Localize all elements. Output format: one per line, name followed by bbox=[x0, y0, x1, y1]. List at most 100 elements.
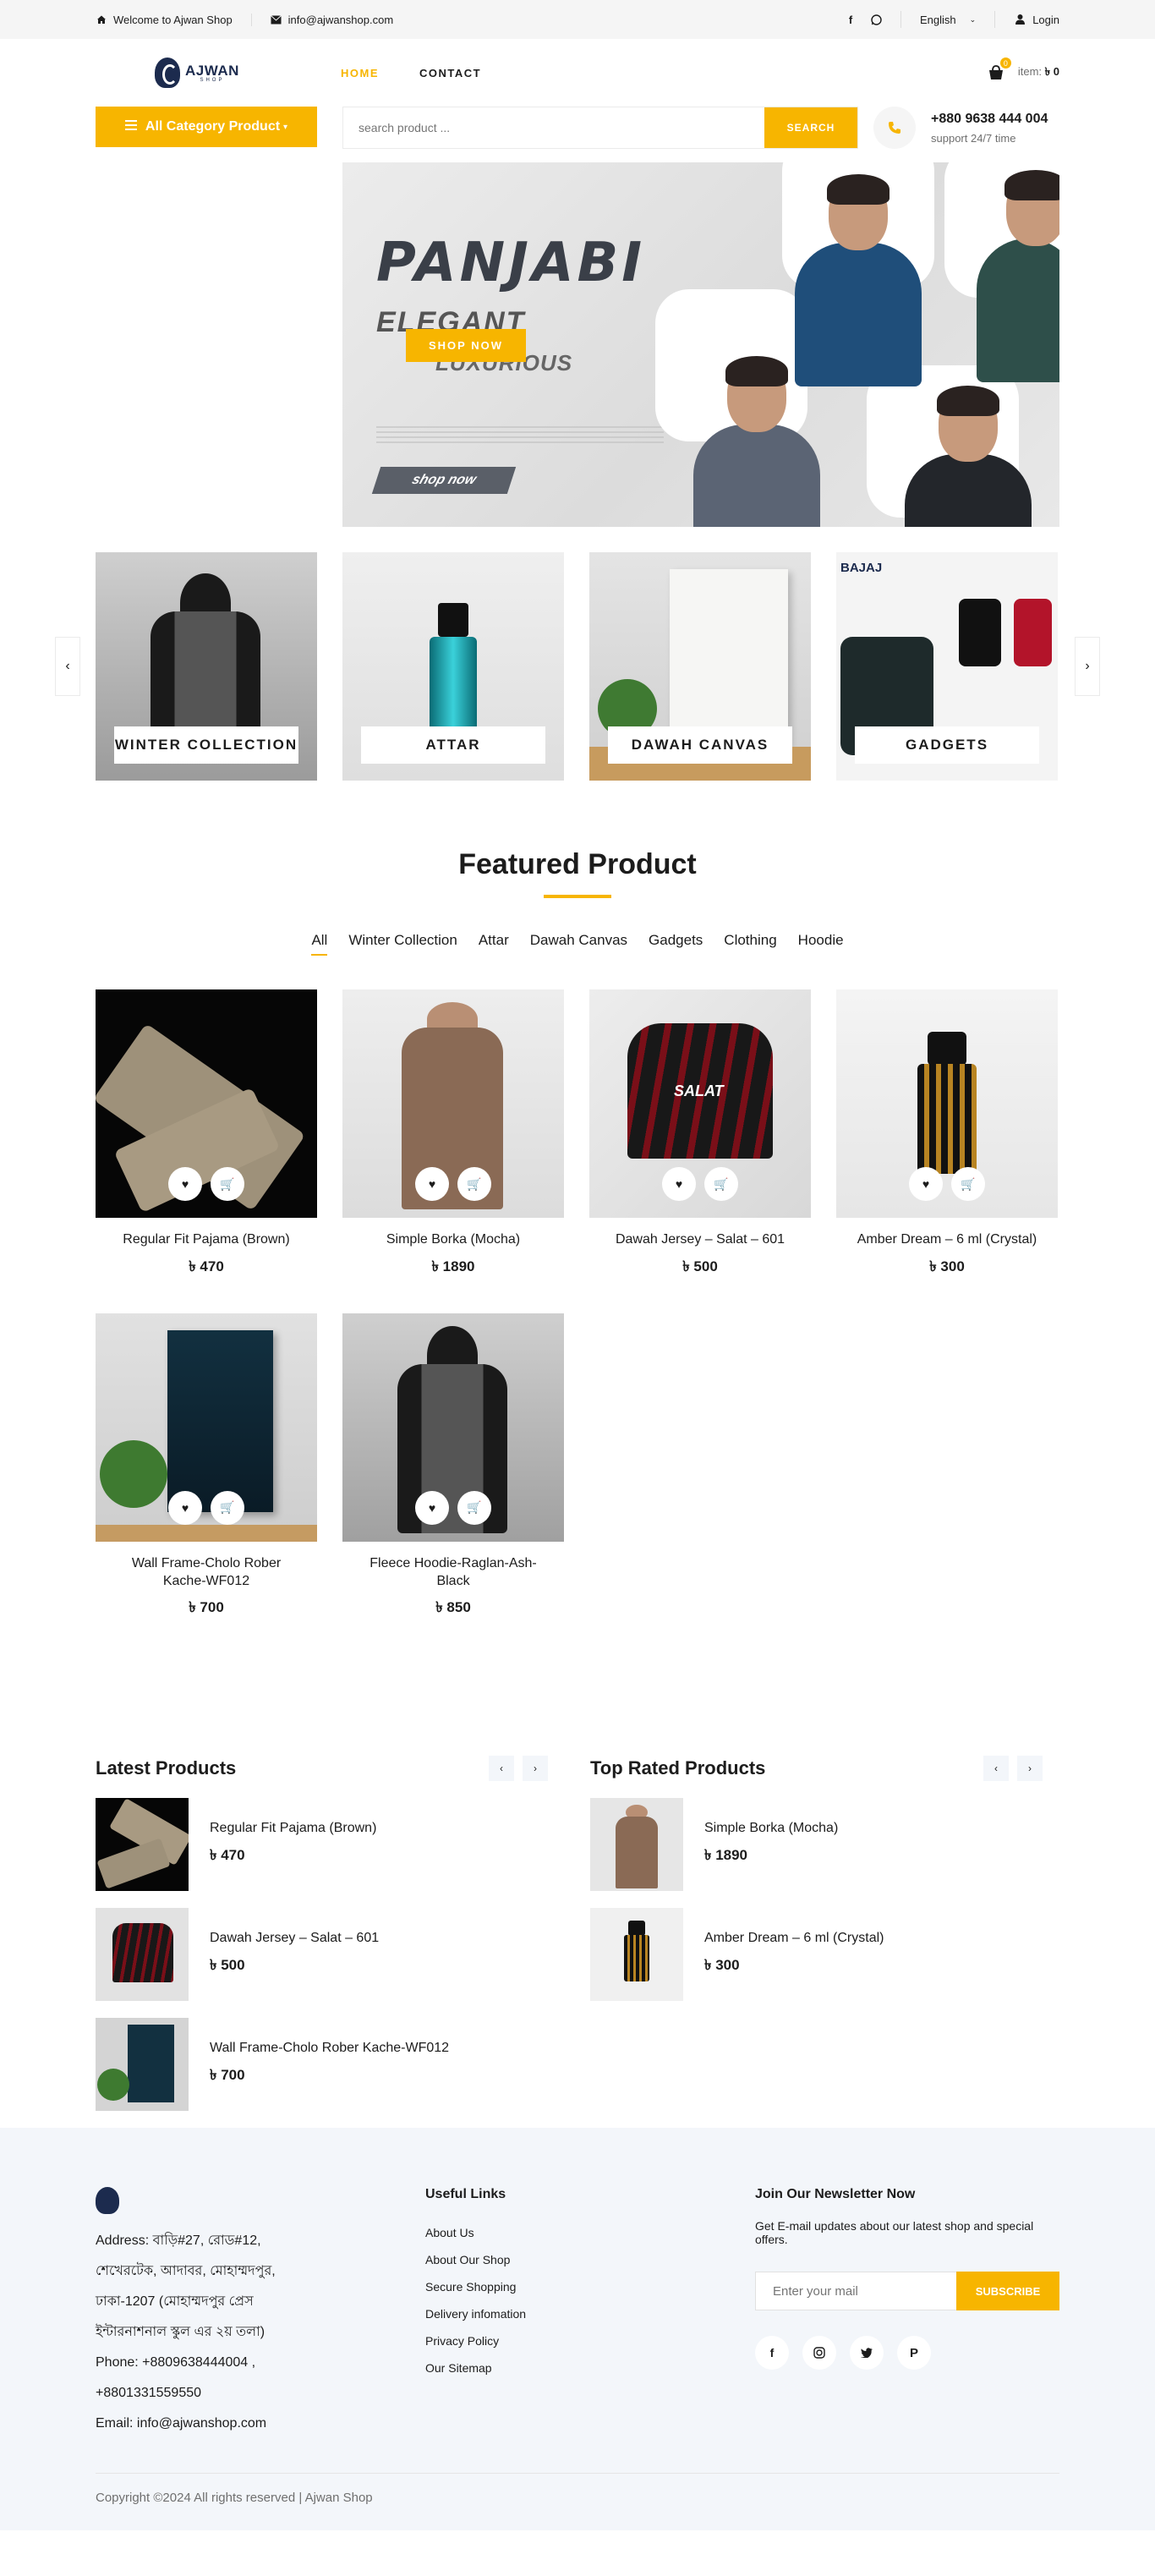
heart-icon[interactable]: ♥ bbox=[415, 1167, 449, 1201]
chevron-right-icon[interactable]: › bbox=[1017, 1756, 1043, 1782]
product-image[interactable]: ♥ 🛒 bbox=[836, 989, 1058, 1218]
list-item-name[interactable]: Amber Dream – 6 ml (Crystal) bbox=[704, 1931, 884, 1946]
filter-attar[interactable]: Attar bbox=[479, 932, 509, 956]
list-item[interactable]: Regular Fit Pajama (Brown) ৳ 470 bbox=[96, 1798, 548, 1892]
language-select[interactable]: English ⌄ bbox=[901, 11, 996, 28]
facebook-icon[interactable]: f bbox=[755, 2336, 789, 2370]
instagram-icon[interactable] bbox=[802, 2336, 836, 2370]
cart-icon[interactable]: 🛒 bbox=[457, 1490, 491, 1525]
filter-dawah-canvas[interactable]: Dawah Canvas bbox=[530, 932, 627, 956]
category-card[interactable]: WINTER COLLECTION bbox=[96, 552, 317, 781]
slider-next-button[interactable]: › bbox=[1075, 637, 1100, 696]
cart-icon[interactable]: 🛒 bbox=[211, 1490, 244, 1525]
cart-icon[interactable]: 🛒 bbox=[951, 1167, 985, 1201]
product-name[interactable]: Wall Frame-Cholo Rober Kache-WF012 bbox=[96, 1555, 317, 1591]
product-name[interactable]: Amber Dream – 6 ml (Crystal) bbox=[836, 1231, 1058, 1249]
footer-link-about-shop[interactable]: About Our Shop bbox=[425, 2246, 755, 2273]
product-image[interactable]: SALAT ♥ 🛒 bbox=[589, 989, 811, 1218]
slider-prev-button[interactable]: ‹ bbox=[55, 637, 80, 696]
pinterest-icon[interactable]: P bbox=[897, 2336, 931, 2370]
heart-icon[interactable]: ♥ bbox=[168, 1490, 202, 1525]
product-name[interactable]: Fleece Hoodie-Raglan-Ash-Black bbox=[342, 1555, 564, 1591]
product-thumbnail[interactable] bbox=[96, 1798, 189, 1892]
filter-hoodie[interactable]: Hoodie bbox=[798, 932, 844, 956]
category-card[interactable]: BAJAJ GADGETS bbox=[836, 552, 1058, 781]
list-item[interactable]: Simple Borka (Mocha) ৳ 1890 bbox=[590, 1798, 1043, 1892]
search-button[interactable]: SEARCH bbox=[764, 107, 857, 148]
list-item-name[interactable]: Simple Borka (Mocha) bbox=[704, 1821, 838, 1836]
whatsapp-icon[interactable] bbox=[870, 14, 882, 25]
footer-link-delivery[interactable]: Delivery infomation bbox=[425, 2300, 755, 2327]
subscribe-button[interactable]: SUBSCRIBE bbox=[956, 2272, 1059, 2311]
cart-icon[interactable]: 🛒 bbox=[704, 1167, 738, 1201]
heart-icon[interactable]: ♥ bbox=[168, 1167, 202, 1201]
footer-links: Useful Links About Us About Our Shop Sec… bbox=[425, 2187, 755, 2439]
product-card[interactable]: ♥ 🛒 Amber Dream – 6 ml (Crystal) ৳ 300 bbox=[836, 989, 1058, 1280]
category-card[interactable]: DAWAH CANVAS bbox=[589, 552, 811, 781]
product-name[interactable]: Dawah Jersey – Salat – 601 bbox=[589, 1231, 811, 1249]
list-item-price: ৳ 470 bbox=[210, 1847, 245, 1864]
chevron-right-icon[interactable]: › bbox=[523, 1756, 548, 1782]
cart-icon[interactable]: 🛒 bbox=[211, 1167, 244, 1201]
product-thumbnail[interactable] bbox=[590, 1908, 683, 2002]
cart-widget[interactable]: 0 item: ৳ 0 bbox=[988, 58, 1059, 82]
product-card[interactable]: ♥ 🛒 Simple Borka (Mocha) ৳ 1890 bbox=[342, 989, 564, 1280]
product-image[interactable]: ♥ 🛒 bbox=[342, 989, 564, 1218]
filter-all[interactable]: All bbox=[311, 932, 328, 956]
category-card[interactable]: ATTAR bbox=[342, 552, 564, 781]
product-card[interactable]: SALAT ♥ 🛒 Dawah Jersey – Salat – 601 ৳ 50… bbox=[589, 989, 811, 1280]
footer-link-secure-shopping[interactable]: Secure Shopping bbox=[425, 2273, 755, 2300]
footer-link-privacy[interactable]: Privacy Policy bbox=[425, 2327, 755, 2354]
footer-link-about-us[interactable]: About Us bbox=[425, 2219, 755, 2246]
product-thumbnail[interactable] bbox=[96, 1908, 189, 2002]
shop-now-button[interactable]: SHOP NOW bbox=[406, 329, 526, 362]
facebook-icon[interactable]: f bbox=[845, 14, 857, 26]
footer-email: Email: info@ajwanshop.com bbox=[96, 2416, 267, 2431]
product-card[interactable]: ♥ 🛒 Fleece Hoodie-Raglan-Ash-Black ৳ 850 bbox=[342, 1313, 564, 1621]
all-category-button[interactable]: All Category Product ▾ bbox=[96, 107, 317, 147]
heart-icon[interactable]: ♥ bbox=[415, 1490, 449, 1525]
list-item[interactable]: Wall Frame-Cholo Rober Kache-WF012 ৳ 700 bbox=[96, 2018, 548, 2112]
footer-logo[interactable] bbox=[96, 2187, 119, 2215]
search-form: SEARCH bbox=[342, 107, 858, 149]
product-name[interactable]: Simple Borka (Mocha) bbox=[342, 1231, 564, 1249]
banner-shop-pill[interactable]: shop now bbox=[371, 467, 517, 494]
list-item[interactable]: Amber Dream – 6 ml (Crystal) ৳ 300 bbox=[590, 1908, 1043, 2002]
filter-winter-collection[interactable]: Winter Collection bbox=[348, 932, 457, 956]
chevron-down-icon: ⌄ bbox=[969, 14, 977, 24]
site-logo[interactable]: AJWAN SHOP bbox=[96, 58, 341, 88]
heart-icon[interactable]: ♥ bbox=[662, 1167, 696, 1201]
hero-banner[interactable]: PANJABI ELEGANT LUXURIOUS shop now SHOP … bbox=[342, 162, 1059, 527]
latest-products: Latest Products ‹ › Regular Fit Pajama (B… bbox=[96, 1756, 548, 2112]
list-item-name[interactable]: Regular Fit Pajama (Brown) bbox=[210, 1821, 376, 1836]
heart-icon[interactable]: ♥ bbox=[909, 1167, 943, 1201]
chevron-left-icon[interactable]: ‹ bbox=[489, 1756, 514, 1782]
shopping-bag-icon[interactable]: 0 bbox=[988, 58, 1011, 80]
topbar-email[interactable]: info@ajwanshop.com bbox=[271, 14, 412, 26]
filter-clothing[interactable]: Clothing bbox=[724, 932, 776, 956]
footer-link-sitemap[interactable]: Our Sitemap bbox=[425, 2354, 755, 2381]
nav-contact[interactable]: CONTACT bbox=[419, 67, 481, 79]
list-item[interactable]: Dawah Jersey – Salat – 601 ৳ 500 bbox=[96, 1908, 548, 2002]
list-item-price: ৳ 500 bbox=[210, 1957, 245, 1974]
product-name[interactable]: Regular Fit Pajama (Brown) bbox=[96, 1231, 317, 1249]
product-card[interactable]: ♥ 🛒 Wall Frame-Cholo Rober Kache-WF012 ৳ … bbox=[96, 1313, 317, 1621]
product-image[interactable]: ♥ 🛒 bbox=[96, 1313, 317, 1542]
product-thumbnail[interactable] bbox=[590, 1798, 683, 1892]
cart-icon[interactable]: 🛒 bbox=[457, 1167, 491, 1201]
product-card[interactable]: ♥ 🛒 Regular Fit Pajama (Brown) ৳ 470 bbox=[96, 989, 317, 1280]
twitter-icon[interactable] bbox=[850, 2336, 884, 2370]
chevron-left-icon[interactable]: ‹ bbox=[983, 1756, 1009, 1782]
newsletter-email-input[interactable] bbox=[755, 2272, 956, 2311]
product-image[interactable]: ♥ 🛒 bbox=[96, 989, 317, 1218]
product-image[interactable]: ♥ 🛒 bbox=[342, 1313, 564, 1542]
list-item-name[interactable]: Dawah Jersey – Salat – 601 bbox=[210, 1931, 379, 1946]
search-input[interactable] bbox=[343, 107, 764, 148]
nav-home[interactable]: HOME bbox=[341, 67, 379, 79]
product-thumbnail[interactable] bbox=[96, 2018, 189, 2112]
newsletter: Join Our Newsletter Now Get E-mail updat… bbox=[755, 2187, 1059, 2439]
list-item-name[interactable]: Wall Frame-Cholo Rober Kache-WF012 bbox=[210, 2041, 449, 2056]
filter-gadgets[interactable]: Gadgets bbox=[649, 932, 703, 956]
login-link[interactable]: Login bbox=[995, 11, 1059, 28]
cart-count-badge: 0 bbox=[999, 58, 1011, 69]
